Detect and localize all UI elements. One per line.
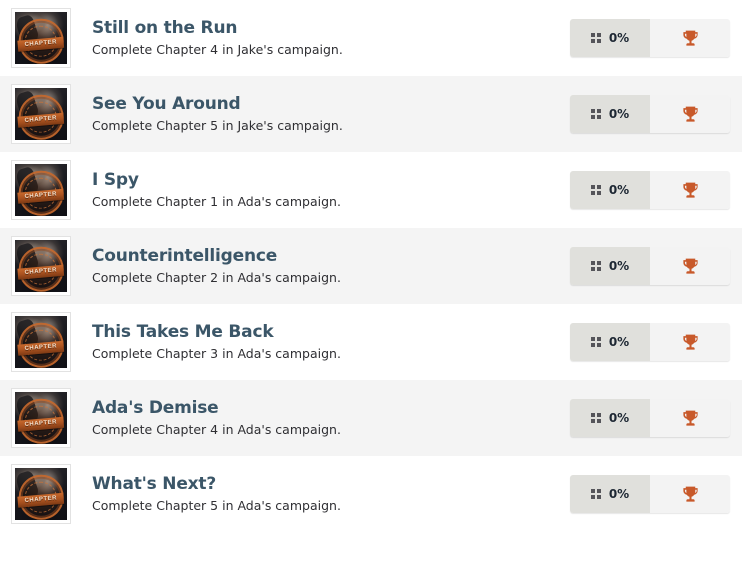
award-button[interactable] xyxy=(650,475,730,513)
achievement-thumbnail[interactable]: CHAPTER xyxy=(11,160,71,220)
achievement-thumbnail[interactable]: CHAPTER xyxy=(11,84,71,144)
achievement-text-block: What's Next? Complete Chapter 5 in Ada's… xyxy=(71,473,570,515)
chapter-seal-thumbnail: CHAPTER xyxy=(15,240,67,292)
achievement-title: Still on the Run xyxy=(92,18,238,39)
progress-button[interactable]: 0% xyxy=(570,171,650,209)
award-button[interactable] xyxy=(650,171,730,209)
achievement-title: Counterintelligence xyxy=(92,246,278,267)
progress-button[interactable]: 0% xyxy=(570,19,650,57)
award-button[interactable] xyxy=(650,247,730,285)
progress-button[interactable]: 0% xyxy=(570,247,650,285)
achievement-thumbnail[interactable]: CHAPTER xyxy=(11,464,71,524)
achievement-title: Ada's Demise xyxy=(92,398,219,419)
progress-button[interactable]: 0% xyxy=(570,399,650,437)
progress-button[interactable]: 0% xyxy=(570,323,650,361)
chapter-seal-thumbnail: CHAPTER xyxy=(15,12,67,64)
achievement-row[interactable]: CHAPTER Counterintelligence Complete Cha… xyxy=(0,228,742,304)
chapter-seal-thumbnail: CHAPTER xyxy=(15,164,67,216)
achievement-title: This Takes Me Back xyxy=(92,322,274,343)
progress-button[interactable]: 0% xyxy=(570,475,650,513)
achievement-title: What's Next? xyxy=(92,474,217,495)
chapter-seal-band: CHAPTER xyxy=(17,492,65,507)
chapter-seal-icon: CHAPTER xyxy=(17,246,65,292)
achievement-controls: 0% xyxy=(570,399,730,437)
achievement-controls: 0% xyxy=(570,475,730,513)
achievement-controls: 0% xyxy=(570,19,730,57)
chapter-seal-thumbnail: CHAPTER xyxy=(15,468,67,520)
chapter-seal-icon: CHAPTER xyxy=(17,94,65,140)
grid-dots-icon xyxy=(590,489,601,499)
progress-percent-label: 0% xyxy=(608,411,630,425)
achievement-controls: 0% xyxy=(570,247,730,285)
progress-percent-label: 0% xyxy=(608,335,630,349)
achievement-controls: 0% xyxy=(570,323,730,361)
grid-dots-icon xyxy=(590,413,601,423)
achievement-row[interactable]: CHAPTER What's Next? Complete Chapter 5 … xyxy=(0,456,742,532)
chapter-seal-icon: CHAPTER xyxy=(17,322,65,368)
progress-percent-label: 0% xyxy=(608,487,630,501)
progress-percent-label: 0% xyxy=(608,31,630,45)
achievement-title: I Spy xyxy=(92,170,139,191)
award-button[interactable] xyxy=(650,95,730,133)
chapter-seal-band: CHAPTER xyxy=(17,416,65,431)
progress-button[interactable]: 0% xyxy=(570,95,650,133)
award-button[interactable] xyxy=(650,399,730,437)
chapter-seal-band: CHAPTER xyxy=(17,264,65,279)
grid-dots-icon xyxy=(590,261,601,271)
chapter-seal-label: CHAPTER xyxy=(24,343,58,352)
chapter-seal-icon: CHAPTER xyxy=(17,170,65,216)
achievement-row[interactable]: CHAPTER Still on the Run Complete Chapte… xyxy=(0,0,742,76)
chapter-seal-band: CHAPTER xyxy=(17,188,65,203)
achievement-text-block: Ada's Demise Complete Chapter 4 in Ada's… xyxy=(71,397,570,439)
grid-dots-icon xyxy=(590,185,601,195)
achievement-controls: 0% xyxy=(570,95,730,133)
chapter-seal-label: CHAPTER xyxy=(24,115,58,124)
grid-dots-icon xyxy=(590,33,601,43)
achievement-thumbnail[interactable]: CHAPTER xyxy=(11,8,71,68)
chapter-seal-band: CHAPTER xyxy=(17,36,65,51)
achievement-thumbnail[interactable]: CHAPTER xyxy=(11,236,71,296)
chapter-seal-icon: CHAPTER xyxy=(17,18,65,64)
chapter-seal-band: CHAPTER xyxy=(17,112,65,127)
progress-percent-label: 0% xyxy=(608,259,630,273)
award-button[interactable] xyxy=(650,323,730,361)
progress-percent-label: 0% xyxy=(608,107,630,121)
achievement-row[interactable]: CHAPTER Ada's Demise Complete Chapter 4 … xyxy=(0,380,742,456)
achievement-text-block: I Spy Complete Chapter 1 in Ada's campai… xyxy=(71,169,570,211)
chapter-seal-label: CHAPTER xyxy=(24,495,58,504)
achievement-row[interactable]: CHAPTER See You Around Complete Chapter … xyxy=(0,76,742,152)
chapter-seal-thumbnail: CHAPTER xyxy=(15,88,67,140)
achievement-text-block: See You Around Complete Chapter 5 in Jak… xyxy=(71,93,570,135)
achievement-description: Complete Chapter 4 in Jake's campaign. xyxy=(92,42,343,58)
chapter-seal-band: CHAPTER xyxy=(17,340,65,355)
achievement-row[interactable]: CHAPTER I Spy Complete Chapter 1 in Ada'… xyxy=(0,152,742,228)
chapter-seal-label: CHAPTER xyxy=(24,267,58,276)
progress-percent-label: 0% xyxy=(608,183,630,197)
achievement-thumbnail[interactable]: CHAPTER xyxy=(11,388,71,448)
achievement-title: See You Around xyxy=(92,94,241,115)
chapter-seal-label: CHAPTER xyxy=(24,191,58,200)
achievement-description: Complete Chapter 2 in Ada's campaign. xyxy=(92,270,341,286)
chapter-seal-label: CHAPTER xyxy=(24,419,58,428)
achievement-text-block: This Takes Me Back Complete Chapter 3 in… xyxy=(71,321,570,363)
grid-dots-icon xyxy=(590,109,601,119)
achievement-text-block: Counterintelligence Complete Chapter 2 i… xyxy=(71,245,570,287)
achievement-description: Complete Chapter 5 in Ada's campaign. xyxy=(92,498,341,514)
achievement-description: Complete Chapter 5 in Jake's campaign. xyxy=(92,118,343,134)
achievement-description: Complete Chapter 4 in Ada's campaign. xyxy=(92,422,341,438)
chapter-seal-thumbnail: CHAPTER xyxy=(15,316,67,368)
achievement-description: Complete Chapter 1 in Ada's campaign. xyxy=(92,194,341,210)
achievement-text-block: Still on the Run Complete Chapter 4 in J… xyxy=(71,17,570,59)
achievement-row[interactable]: CHAPTER This Takes Me Back Complete Chap… xyxy=(0,304,742,380)
achievement-list: CHAPTER Still on the Run Complete Chapte… xyxy=(0,0,742,532)
achievement-thumbnail[interactable]: CHAPTER xyxy=(11,312,71,372)
chapter-seal-label: CHAPTER xyxy=(24,39,58,48)
chapter-seal-thumbnail: CHAPTER xyxy=(15,392,67,444)
achievement-controls: 0% xyxy=(570,171,730,209)
chapter-seal-icon: CHAPTER xyxy=(17,474,65,520)
achievement-description: Complete Chapter 3 in Ada's campaign. xyxy=(92,346,341,362)
chapter-seal-icon: CHAPTER xyxy=(17,398,65,444)
grid-dots-icon xyxy=(590,337,601,347)
award-button[interactable] xyxy=(650,19,730,57)
